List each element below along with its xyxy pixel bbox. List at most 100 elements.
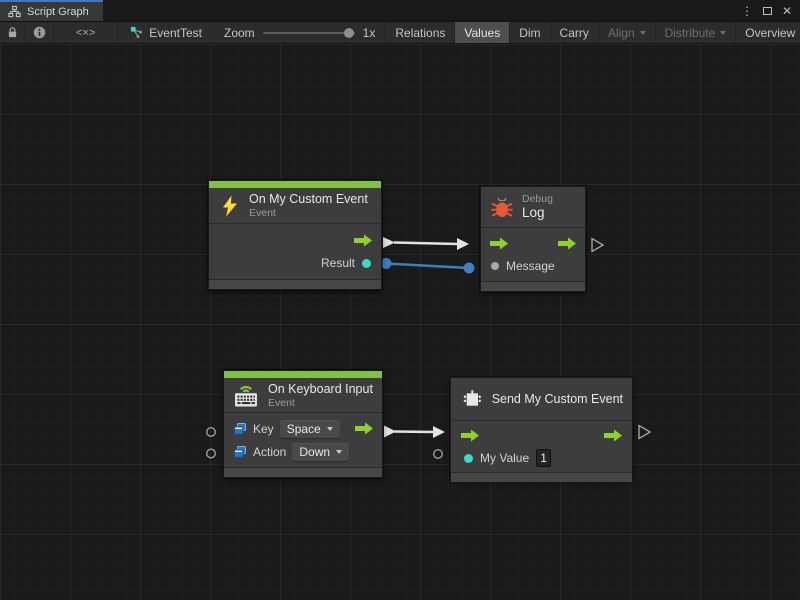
relations-button[interactable]: Relations xyxy=(386,22,455,43)
control-connection-bottom[interactable] xyxy=(384,426,445,439)
node-footer xyxy=(481,281,585,291)
result-output-port[interactable] xyxy=(362,259,371,268)
control-connection-top[interactable] xyxy=(383,237,469,250)
my-value-port-label: My Value xyxy=(480,451,529,465)
node-title: On My Custom Event xyxy=(249,192,368,207)
event-accent-bar xyxy=(209,181,381,188)
align-button[interactable]: Align xyxy=(599,22,656,43)
caret-down-icon xyxy=(640,31,646,35)
my-value-input-field[interactable]: 1 xyxy=(536,449,551,467)
graph-reference[interactable]: EventTest xyxy=(118,22,214,43)
tab-script-graph[interactable]: Script Graph xyxy=(0,0,103,21)
node-body: Key Space Action xyxy=(224,412,382,467)
flow-input-port[interactable] xyxy=(460,429,480,442)
connections-layer xyxy=(0,44,800,600)
overview-button[interactable]: Overview xyxy=(736,22,800,43)
result-port-label: Result xyxy=(321,256,355,270)
carry-button[interactable]: Carry xyxy=(551,22,599,43)
machine-icon xyxy=(460,386,485,412)
node-on-my-custom-event[interactable]: On My Custom Event Event Result xyxy=(208,180,382,290)
relations-label: Relations xyxy=(395,26,445,40)
key-port-label: Key xyxy=(253,422,274,436)
lightning-icon xyxy=(218,194,242,218)
window-close-button[interactable]: ✕ xyxy=(782,5,792,17)
node-footer xyxy=(451,472,632,482)
node-debug-log[interactable]: Debug Log Message xyxy=(480,186,586,292)
message-input-port[interactable] xyxy=(491,262,499,270)
node-send-my-custom-event[interactable]: Send My Custom Event My Value 1 xyxy=(450,377,633,479)
code-icon: <×> xyxy=(76,27,95,39)
my-value-input-port[interactable] xyxy=(464,454,473,463)
zoom-value: 1x xyxy=(363,26,376,40)
node-header: Debug Log xyxy=(481,187,585,227)
distribute-button[interactable]: Distribute xyxy=(656,22,737,43)
dim-button[interactable]: Dim xyxy=(510,22,550,43)
flow-out-triangle-send-event[interactable] xyxy=(639,426,650,439)
flow-output-port[interactable] xyxy=(603,429,623,442)
node-header: On My Custom Event Event xyxy=(209,188,381,223)
flow-output-port[interactable] xyxy=(557,237,577,250)
node-subtitle: Event xyxy=(249,207,368,219)
carry-label: Carry xyxy=(560,26,589,40)
info-icon xyxy=(33,26,46,39)
keyboard-icon xyxy=(231,380,261,410)
info-button[interactable] xyxy=(26,22,54,43)
title-bar: Script Graph ⋮ ✕ xyxy=(0,0,800,21)
tab-title: Script Graph xyxy=(27,6,89,18)
flow-out-triangle-debug-log[interactable] xyxy=(592,239,603,252)
node-namespace: Debug xyxy=(522,193,553,205)
node-footer xyxy=(209,279,381,289)
values-label: Values xyxy=(464,26,500,40)
graph-canvas[interactable]: On My Custom Event Event Result xyxy=(0,44,800,600)
enum-type-icon xyxy=(233,422,247,436)
node-title: Send My Custom Event xyxy=(492,392,623,407)
flow-output-port[interactable] xyxy=(354,422,374,435)
event-accent-bar xyxy=(224,371,382,378)
key-dropdown-value: Space xyxy=(287,422,321,436)
zoom-slider-knob[interactable] xyxy=(344,28,354,38)
action-dropdown[interactable]: Down xyxy=(292,443,349,461)
window-maximize-button[interactable] xyxy=(763,7,772,15)
lock-button[interactable] xyxy=(0,22,26,43)
zoom-slider[interactable] xyxy=(263,32,355,34)
node-body: Message xyxy=(481,227,585,281)
caret-down-icon xyxy=(336,450,342,454)
message-port-label: Message xyxy=(506,259,555,273)
zoom-label: Zoom xyxy=(224,26,255,40)
zoom-control: Zoom 1x xyxy=(214,22,385,43)
bug-icon xyxy=(489,194,515,220)
caret-down-icon xyxy=(720,31,726,35)
node-header: On Keyboard Input Event xyxy=(224,378,382,412)
my-value-input-port-circle[interactable] xyxy=(434,450,443,459)
action-port-label: Action xyxy=(253,445,286,459)
node-title: Log xyxy=(522,205,553,221)
align-label: Align xyxy=(608,26,635,40)
action-dropdown-value: Down xyxy=(299,445,330,459)
node-subtitle: Event xyxy=(268,397,373,409)
value-connection[interactable] xyxy=(381,258,475,274)
overview-label: Overview xyxy=(745,26,795,40)
distribute-label: Distribute xyxy=(665,26,716,40)
node-header: Send My Custom Event xyxy=(451,378,632,420)
flow-input-port[interactable] xyxy=(489,237,509,250)
lock-icon xyxy=(7,26,18,39)
graph-hierarchy-icon xyxy=(8,5,21,18)
node-on-keyboard-input[interactable]: On Keyboard Input Event Key Space xyxy=(223,370,383,478)
script-graph-window: Script Graph ⋮ ✕ <×> xyxy=(0,0,800,600)
graph-name: EventTest xyxy=(149,26,202,40)
flow-output-port[interactable] xyxy=(353,234,373,247)
key-input-port-circle[interactable] xyxy=(207,428,216,437)
edit-source-button[interactable]: <×> xyxy=(54,22,118,43)
action-input-port-circle[interactable] xyxy=(207,449,216,458)
caret-down-icon xyxy=(327,427,333,431)
dim-label: Dim xyxy=(519,26,540,40)
graph-toolbar: <×> EventTest Zoom 1x Relations Values xyxy=(0,21,800,44)
values-button[interactable]: Values xyxy=(455,22,510,43)
window-menu-button[interactable]: ⋮ xyxy=(741,5,753,17)
node-title: On Keyboard Input xyxy=(268,382,373,397)
key-dropdown[interactable]: Space xyxy=(280,420,340,438)
node-footer xyxy=(224,467,382,477)
node-body: My Value 1 xyxy=(451,420,632,472)
graph-asset-icon xyxy=(130,26,143,39)
enum-type-icon xyxy=(233,445,247,459)
